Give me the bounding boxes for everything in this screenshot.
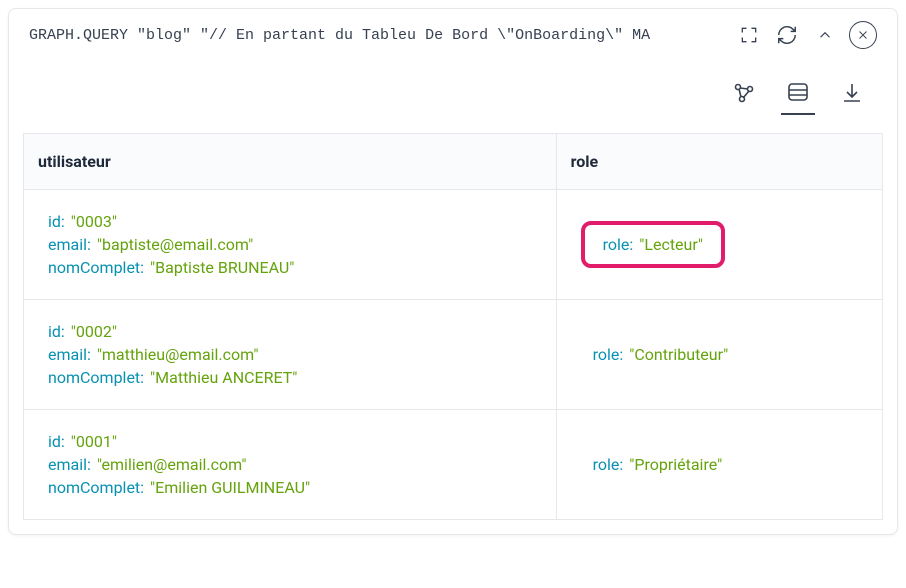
chevron-up-icon[interactable] bbox=[811, 21, 839, 49]
topbar: GRAPH.QUERY "blog" "// En partant du Tab… bbox=[9, 9, 897, 61]
value: "Lecteur" bbox=[639, 235, 703, 254]
value: "matthieu@email.com" bbox=[97, 345, 259, 364]
key: role: bbox=[593, 455, 624, 474]
key: email: bbox=[48, 235, 91, 254]
cell-role: role: "Lecteur" bbox=[556, 190, 882, 300]
key: email: bbox=[48, 455, 91, 474]
cell-utilisateur: id: "0001" email: "emilien@email.com" nomCom… bbox=[24, 410, 557, 520]
kv-row: id: "0003" bbox=[48, 212, 532, 231]
kv-row: email: "baptiste@email.com" bbox=[48, 235, 532, 254]
view-toolbar bbox=[9, 61, 897, 133]
key: role: bbox=[603, 235, 634, 254]
value: "emilien@email.com" bbox=[97, 455, 247, 474]
key: email: bbox=[48, 345, 91, 364]
table-view-icon[interactable] bbox=[781, 71, 815, 115]
key: nomComplet: bbox=[48, 368, 144, 387]
kv-row: nomComplet: "Matthieu ANCERET" bbox=[48, 368, 532, 387]
key: id: bbox=[48, 212, 65, 231]
refresh-icon[interactable] bbox=[773, 21, 801, 49]
key: nomComplet: bbox=[48, 258, 144, 277]
cell-utilisateur: id: "0002" email: "matthieu@email.com" nomCo… bbox=[24, 300, 557, 410]
value: "Propriétaire" bbox=[629, 455, 722, 474]
kv-row: email: "emilien@email.com" bbox=[48, 455, 532, 474]
key: id: bbox=[48, 322, 65, 341]
table-row: id: "0001" email: "emilien@email.com" nomCom… bbox=[24, 410, 883, 520]
kv-row: nomComplet: "Emilien GUILMINEAU" bbox=[48, 478, 532, 497]
highlighted-role: role: "Lecteur" bbox=[581, 221, 725, 268]
col-header-role: role bbox=[556, 134, 882, 190]
value: "0003" bbox=[71, 212, 117, 231]
kv-row: id: "0002" bbox=[48, 322, 532, 341]
value: "baptiste@email.com" bbox=[97, 235, 253, 254]
value: "Baptiste BRUNEAU" bbox=[150, 258, 294, 277]
results-table: utilisateur role id: "0003" email: "baptist… bbox=[23, 133, 883, 520]
value: "0001" bbox=[71, 432, 117, 451]
role-inner: role: "Propriétaire" bbox=[581, 455, 858, 474]
cell-role: role: "Contributeur" bbox=[556, 300, 882, 410]
fullscreen-icon[interactable] bbox=[735, 21, 763, 49]
cell-utilisateur: id: "0003" email: "baptiste@email.com" nomCo… bbox=[24, 190, 557, 300]
query-text: GRAPH.QUERY "blog" "// En partant du Tab… bbox=[29, 27, 725, 44]
key: role: bbox=[593, 345, 624, 364]
download-icon[interactable] bbox=[835, 71, 869, 115]
key: nomComplet: bbox=[48, 478, 144, 497]
table-row: id: "0002" email: "matthieu@email.com" nomCo… bbox=[24, 300, 883, 410]
value: "Matthieu ANCERET" bbox=[150, 368, 297, 387]
value: "Emilien GUILMINEAU" bbox=[150, 478, 310, 497]
kv-row: nomComplet: "Baptiste BRUNEAU" bbox=[48, 258, 532, 277]
result-card: GRAPH.QUERY "blog" "// En partant du Tab… bbox=[8, 8, 898, 535]
value: "Contributeur" bbox=[629, 345, 728, 364]
role-inner: role: "Contributeur" bbox=[581, 345, 858, 364]
kv-row: id: "0001" bbox=[48, 432, 532, 451]
close-icon[interactable] bbox=[849, 21, 877, 49]
value: "0002" bbox=[71, 322, 117, 341]
graph-view-icon[interactable] bbox=[727, 71, 761, 115]
col-header-user: utilisateur bbox=[24, 134, 557, 190]
key: id: bbox=[48, 432, 65, 451]
kv-row: email: "matthieu@email.com" bbox=[48, 345, 532, 364]
table-header-row: utilisateur role bbox=[24, 134, 883, 190]
table-row: id: "0003" email: "baptiste@email.com" nomCo… bbox=[24, 190, 883, 300]
cell-role: role: "Propriétaire" bbox=[556, 410, 882, 520]
